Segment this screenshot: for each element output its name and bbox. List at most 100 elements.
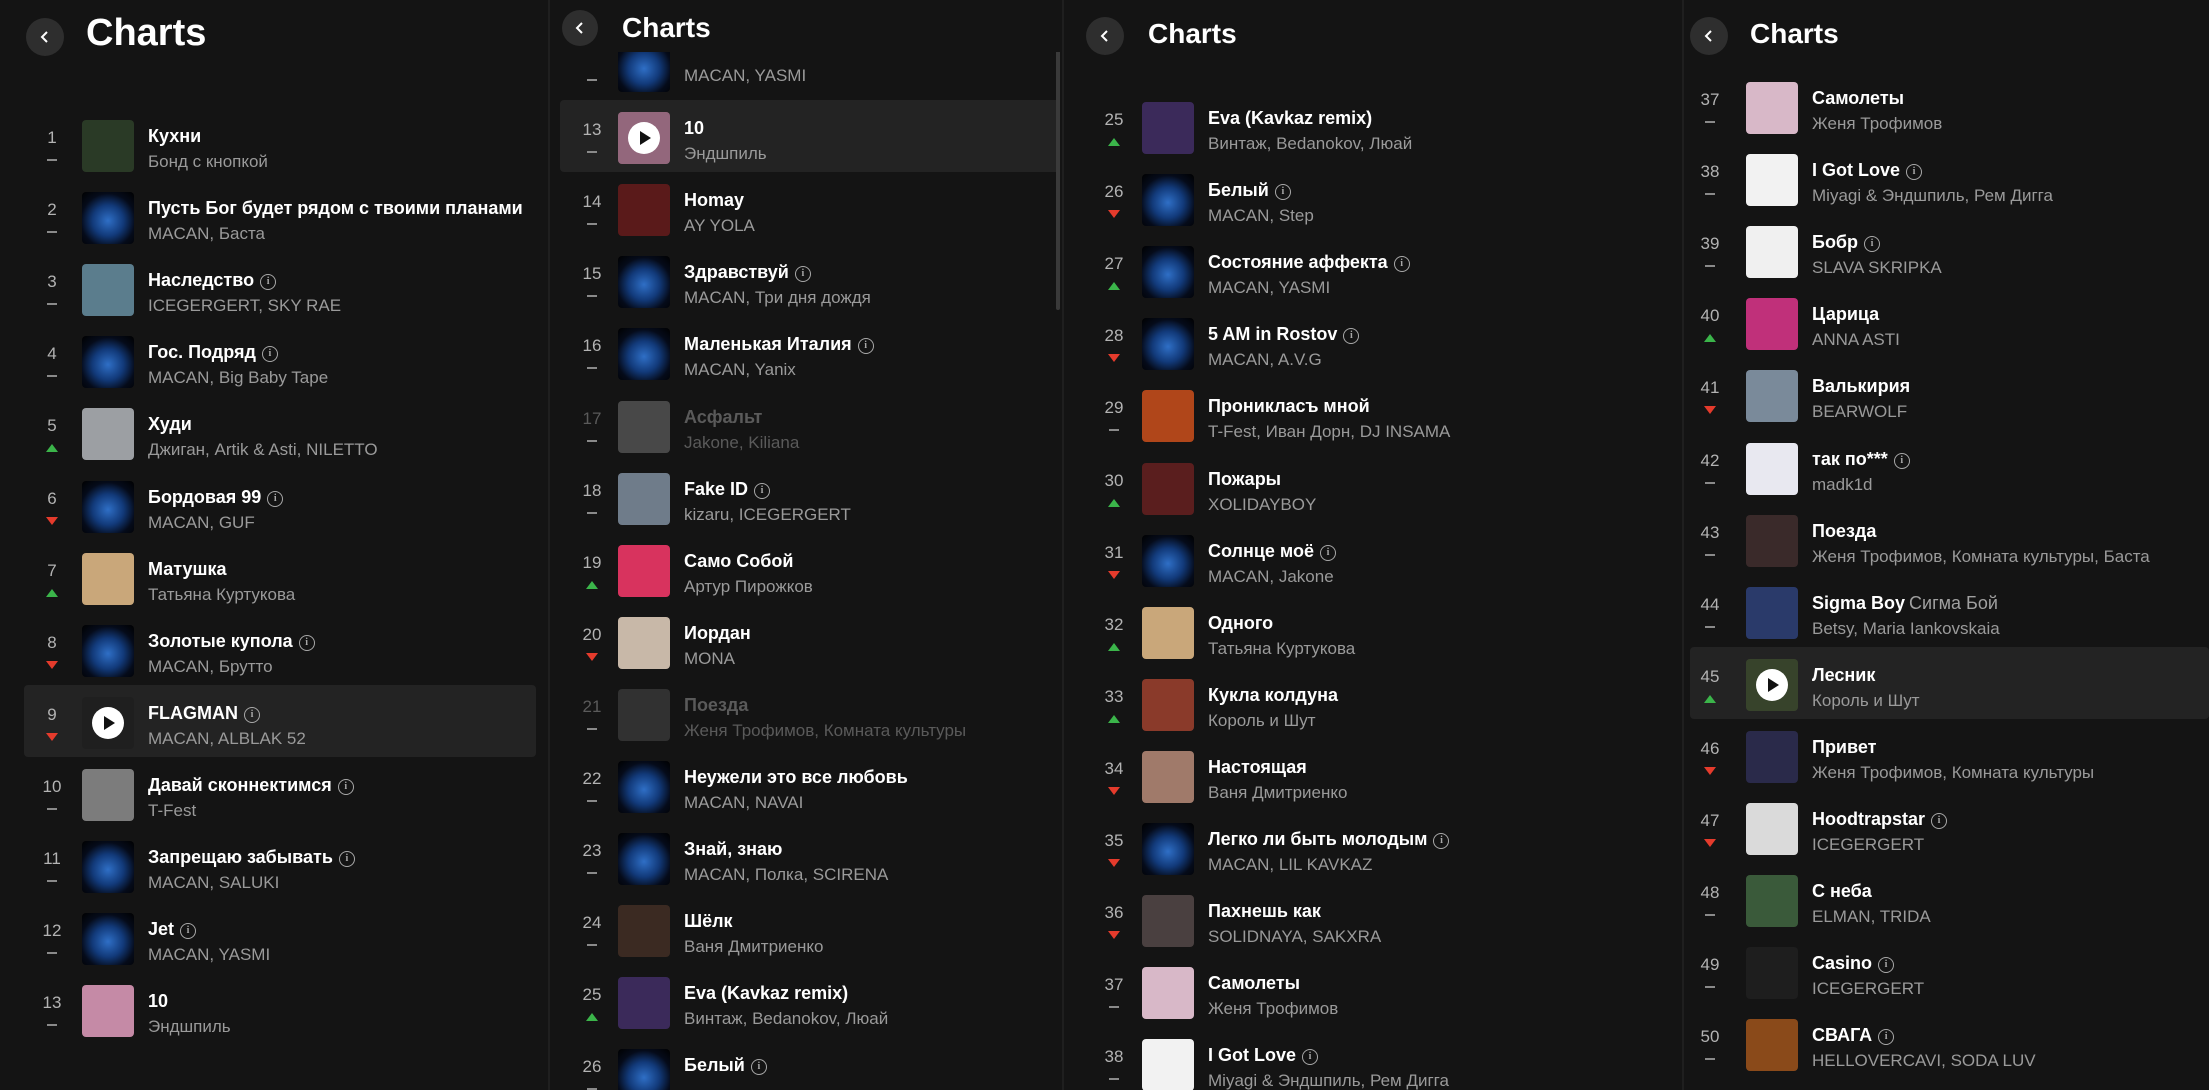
track-row[interactable]: 48 С неба ELMAN, TRIDA xyxy=(1690,863,2209,935)
album-cover[interactable] xyxy=(1746,298,1798,351)
track-artist[interactable]: Miyagi & Эндшпиль, Рем Дигга xyxy=(1812,186,2053,206)
track-row[interactable]: 32 Одного Татьяна Куртукова xyxy=(1064,595,1682,667)
track-row[interactable]: 2 Пусть Бог будет рядом с твоими планами M… xyxy=(24,180,536,252)
track-row[interactable]: 42 так по*** i madk1d xyxy=(1690,431,2209,503)
track-artist[interactable]: Женя Трофимов, Комната культуры, Баста xyxy=(1812,547,2150,567)
track-title[interactable]: Jet i xyxy=(148,919,197,940)
track-title[interactable]: Шёлк xyxy=(684,911,733,932)
track-title[interactable]: Проникласъ мной xyxy=(1208,396,1370,417)
track-row[interactable]: 3 Наследство i ICEGERGERT, SKY RAE xyxy=(24,252,536,324)
track-row[interactable]: 5 Худи Джиган, Artik & Asti, NILETTO xyxy=(24,396,536,468)
info-icon[interactable]: i xyxy=(1343,328,1360,345)
track-row[interactable]: 10 Давай сконнектимся i T-Fest xyxy=(24,757,536,829)
album-cover[interactable] xyxy=(1142,678,1194,731)
album-cover[interactable] xyxy=(1142,174,1194,227)
album-cover[interactable] xyxy=(1746,370,1798,423)
track-artist[interactable]: HELLOVERCAVI, SODA LUV xyxy=(1812,1051,2036,1071)
track-artist[interactable]: ELMAN, TRIDA xyxy=(1812,907,1931,927)
track-artist[interactable]: Betsy, Maria Iankovskaia xyxy=(1812,619,2000,639)
album-cover[interactable] xyxy=(1142,895,1194,948)
track-title[interactable]: Fake ID i xyxy=(684,479,771,500)
track-artist[interactable]: Татьяна Куртукова xyxy=(148,585,295,605)
track-artist[interactable]: T-Fest xyxy=(148,801,196,821)
track-row[interactable]: 14 Homay AY YOLA xyxy=(560,172,1060,244)
track-artist[interactable]: MACAN, Yanix xyxy=(684,360,796,380)
track-artist[interactable]: kizaru, ICEGERGERT xyxy=(684,505,851,525)
track-artist[interactable]: ICEGERGERT xyxy=(1812,979,1924,999)
track-artist[interactable]: ANNA ASTI xyxy=(1812,330,1900,350)
info-icon[interactable]: i xyxy=(261,346,278,363)
album-cover[interactable] xyxy=(1746,442,1798,495)
play-icon[interactable] xyxy=(628,122,660,155)
track-artist[interactable]: MACAN, A.V.G xyxy=(1208,350,1322,370)
track-artist[interactable]: MACAN, Полка, SCIRENA xyxy=(684,865,888,885)
track-row[interactable]: 22 Неужели это все любовь MACAN, NAVAI xyxy=(560,749,1060,821)
info-icon[interactable]: i xyxy=(1393,256,1410,273)
track-title[interactable]: Само Собой xyxy=(684,551,793,572)
album-cover[interactable] xyxy=(1746,658,1798,711)
track-title[interactable]: Кукла колдуна xyxy=(1208,685,1338,706)
track-artist[interactable]: XOLIDAYBOY xyxy=(1208,495,1316,515)
track-title[interactable]: Маленькая Италия i xyxy=(684,334,874,355)
album-cover[interactable] xyxy=(1142,462,1194,515)
track-artist[interactable]: SOLIDNAYA, SAKXRA xyxy=(1208,927,1381,947)
track-title[interactable]: СВАГА i xyxy=(1812,1025,1895,1046)
track-title[interactable]: I Got Love i xyxy=(1208,1045,1319,1066)
album-cover[interactable] xyxy=(618,256,670,309)
track-row[interactable]: 45 Лесник Король и Шут xyxy=(1690,646,2209,719)
track-title[interactable]: Homay xyxy=(684,190,744,211)
album-cover[interactable] xyxy=(1142,246,1194,299)
track-artist[interactable]: AY YOLA xyxy=(684,216,755,236)
track-row[interactable]: 40 Царица ANNA ASTI xyxy=(1690,286,2209,358)
info-icon[interactable]: i xyxy=(857,338,874,355)
play-icon[interactable] xyxy=(1756,668,1788,701)
track-title[interactable]: Кухни xyxy=(148,126,201,147)
track-title[interactable]: Неужели это все любовь xyxy=(684,767,908,788)
album-cover[interactable] xyxy=(618,400,670,453)
track-row[interactable]: 44 Sigma Boy Сигма Бой Betsy, Maria Iankovs… xyxy=(1690,575,2209,647)
scrollbar[interactable] xyxy=(1056,10,1060,310)
track-title[interactable]: Давай сконнектимся i xyxy=(148,775,354,796)
album-cover[interactable] xyxy=(1746,226,1798,279)
album-cover[interactable] xyxy=(618,1049,670,1090)
track-title[interactable]: Одного xyxy=(1208,613,1273,634)
track-artist[interactable]: Женя Трофимов, Комната культуры xyxy=(684,721,966,741)
album-cover[interactable] xyxy=(618,184,670,237)
album-cover[interactable] xyxy=(1746,514,1798,567)
track-row[interactable]: 26 Белый i MACAN, Step xyxy=(1064,162,1682,234)
track-title[interactable]: Бордовая 99 i xyxy=(148,487,284,508)
album-cover[interactable] xyxy=(82,552,134,605)
track-row[interactable]: 47 Hoodtrapstar i ICEGERGERT xyxy=(1690,791,2209,863)
track-row[interactable]: 27 Состояние аффекта i MACAN, YASMI xyxy=(1064,234,1682,306)
track-title[interactable]: 5 AM in Rostov i xyxy=(1208,324,1360,345)
info-icon[interactable]: i xyxy=(750,1059,767,1076)
track-artist[interactable]: Винтаж, Bedanokov, Люай xyxy=(1208,134,1412,154)
track-row[interactable]: 30 Пожары XOLIDAYBOY xyxy=(1064,451,1682,523)
album-cover[interactable] xyxy=(1142,390,1194,443)
track-artist[interactable]: MACAN, Брутто xyxy=(148,657,273,677)
track-title[interactable]: Самолеты xyxy=(1812,88,1904,109)
track-artist[interactable]: MACAN, Jakone xyxy=(1208,567,1334,587)
track-artist[interactable]: ICEGERGERT, SKY RAE xyxy=(148,296,341,316)
track-title[interactable]: Привет xyxy=(1812,737,1876,758)
track-row[interactable]: 39 Бобр i SLAVA SKRIPKA xyxy=(1690,214,2209,286)
track-title[interactable]: Царица xyxy=(1812,304,1879,325)
track-row[interactable]: 37 Самолеты Женя Трофимов xyxy=(1690,70,2209,142)
track-artist[interactable]: SLAVA SKRIPKA xyxy=(1812,258,1942,278)
track-row[interactable]: 49 Casino i ICEGERGERT xyxy=(1690,935,2209,1007)
track-row[interactable]: 17 Асфальт Jakone, Kiliana xyxy=(560,389,1060,461)
track-row[interactable]: 8 Золотые купола i MACAN, Брутто xyxy=(24,613,536,685)
track-row[interactable]: 24 Шёлк Ваня Дмитриенко xyxy=(560,893,1060,965)
album-cover[interactable] xyxy=(1142,534,1194,587)
info-icon[interactable]: i xyxy=(338,851,355,867)
track-row[interactable]: 9 FLAGMAN i MACAN, ALBLAK 52 xyxy=(24,684,536,757)
track-title[interactable]: Асфальт xyxy=(684,407,762,428)
track-artist[interactable]: MACAN, YASMI xyxy=(684,66,806,86)
album-cover[interactable] xyxy=(82,336,134,389)
track-artist[interactable]: MACAN, SALUKI xyxy=(148,873,279,893)
track-row[interactable]: 25 Eva (Kavkaz remix) Винтаж, Bedanokov, Л… xyxy=(560,965,1060,1037)
track-title[interactable]: Поезда xyxy=(684,695,748,716)
album-cover[interactable] xyxy=(618,688,670,741)
album-cover[interactable] xyxy=(618,833,670,886)
track-title[interactable]: Матушка xyxy=(148,559,227,580)
